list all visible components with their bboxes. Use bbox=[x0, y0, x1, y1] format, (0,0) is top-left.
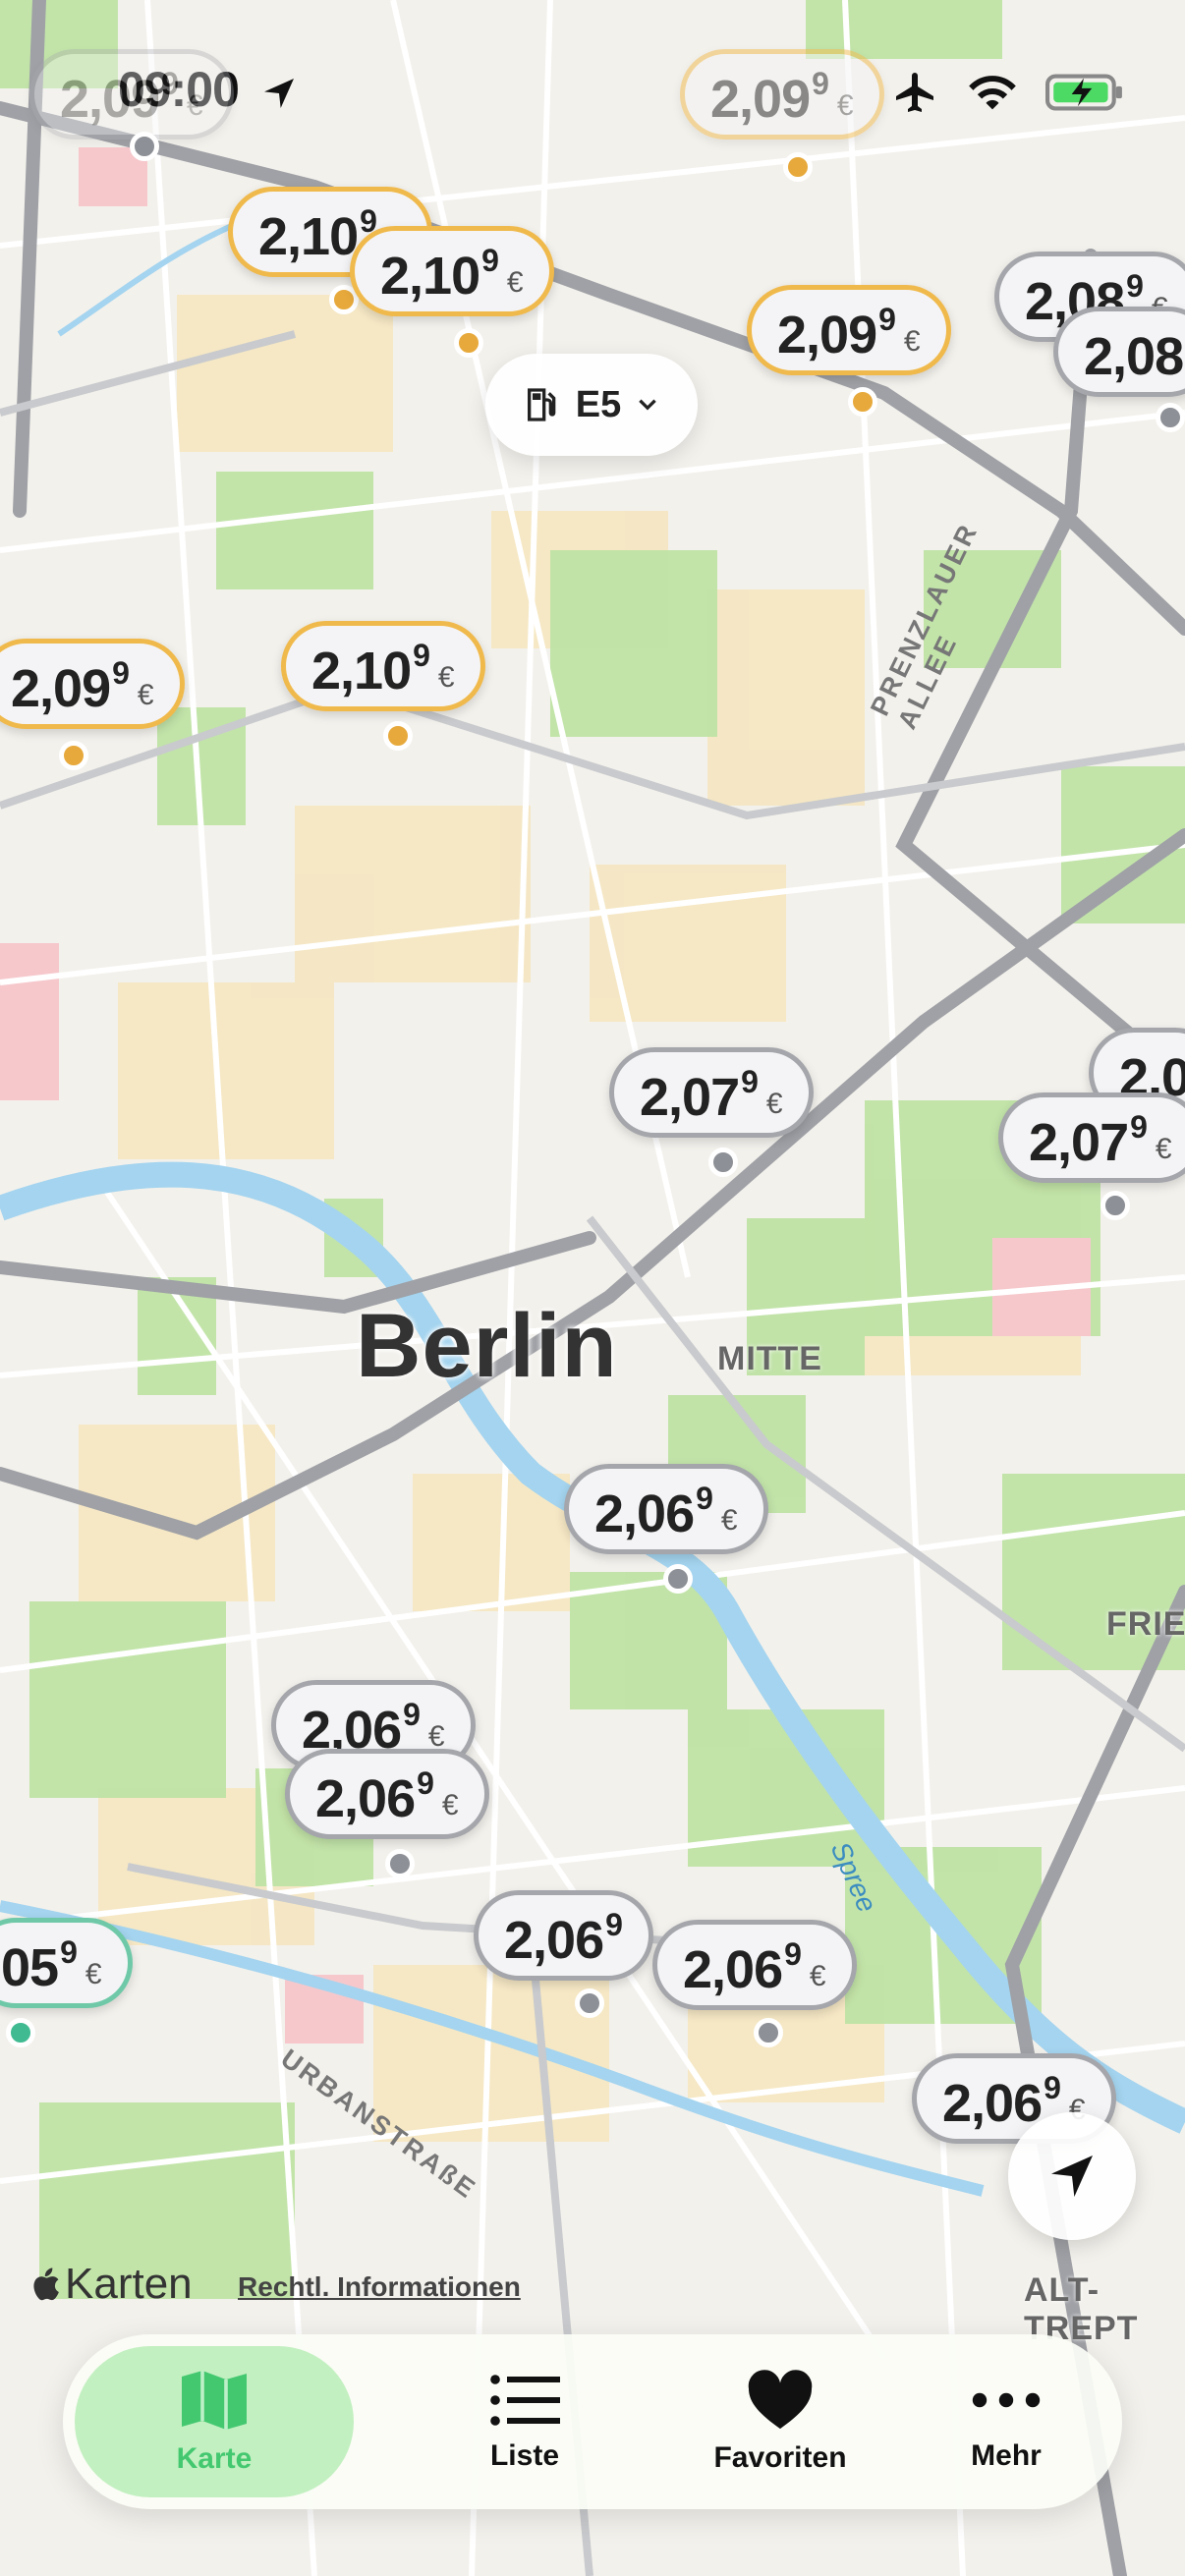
airplane-icon bbox=[896, 73, 933, 112]
station-pin bbox=[783, 152, 813, 182]
locate-me-button[interactable] bbox=[1008, 2112, 1136, 2240]
price-marker[interactable]: 2,09 9 € bbox=[747, 285, 951, 375]
tab-karte[interactable]: Karte bbox=[75, 2346, 354, 2497]
tab-mehr[interactable]: Mehr bbox=[908, 2334, 1104, 2509]
station-pin bbox=[1156, 403, 1185, 432]
tab-bar: Karte Liste Favoriten Mehr bbox=[63, 2334, 1122, 2509]
maps-attribution: Karten bbox=[29, 2260, 193, 2309]
fuel-pump-icon bbox=[527, 388, 556, 421]
legal-info-link[interactable]: Rechtl. Informationen bbox=[238, 2271, 521, 2303]
price-marker[interactable]: 2,09 9 € bbox=[680, 49, 884, 140]
fuel-type-selector[interactable]: E5 bbox=[485, 354, 698, 456]
station-pin bbox=[708, 1148, 738, 1177]
location-arrow-icon bbox=[263, 78, 294, 108]
price-marker[interactable]: 2,09 9 € bbox=[0, 639, 185, 729]
station-pin bbox=[6, 2018, 35, 2047]
station-pin bbox=[59, 741, 88, 770]
battery-charging-icon bbox=[1045, 74, 1122, 111]
wifi-icon bbox=[969, 76, 1016, 110]
price-marker[interactable]: 2,06 9 € bbox=[652, 1920, 857, 2010]
location-arrow-icon bbox=[1051, 2156, 1093, 2197]
price-marker[interactable]: 2,07 9 € bbox=[998, 1092, 1185, 1183]
price-marker[interactable]: 2,08 bbox=[1053, 307, 1185, 397]
chevron-down-icon bbox=[639, 399, 656, 411]
station-pin bbox=[663, 1564, 693, 1594]
station-pin bbox=[754, 2018, 783, 2047]
status-icons bbox=[892, 69, 1126, 116]
price-marker[interactable]: 2,109€ bbox=[281, 621, 485, 711]
city-label: Berlin bbox=[356, 1296, 618, 1396]
map-icon bbox=[182, 2371, 247, 2430]
station-pin bbox=[575, 1988, 604, 2018]
price-marker[interactable]: 05 9 € bbox=[0, 1918, 133, 2008]
station-pin bbox=[130, 132, 159, 161]
fuel-type-label: E5 bbox=[575, 383, 622, 425]
more-icon bbox=[972, 2392, 1041, 2408]
price-marker[interactable]: 2,109€ bbox=[350, 226, 554, 316]
station-pin bbox=[454, 328, 483, 358]
station-pin bbox=[383, 721, 413, 751]
district-label: FRIED bbox=[1106, 1605, 1185, 1643]
tab-favoriten[interactable]: Favoriten bbox=[652, 2334, 908, 2509]
price-marker[interactable]: 2,06 9 € bbox=[564, 1464, 768, 1554]
tab-liste[interactable]: Liste bbox=[407, 2334, 643, 2509]
price-marker[interactable]: 2,06 9 bbox=[474, 1890, 653, 1981]
price-marker[interactable]: 2,07 9 € bbox=[609, 1047, 814, 1138]
price-marker[interactable]: 2,06 9 € bbox=[285, 1749, 489, 1839]
apple-logo-icon bbox=[33, 2268, 59, 2301]
price-marker[interactable]: 2,09 9 € bbox=[29, 49, 234, 140]
station-pin bbox=[385, 1849, 415, 1878]
heart-icon bbox=[748, 2370, 813, 2430]
station-pin bbox=[1100, 1191, 1130, 1220]
list-icon bbox=[490, 2375, 560, 2426]
station-pin bbox=[848, 387, 877, 417]
district-label: MITTE bbox=[717, 1340, 822, 1377]
